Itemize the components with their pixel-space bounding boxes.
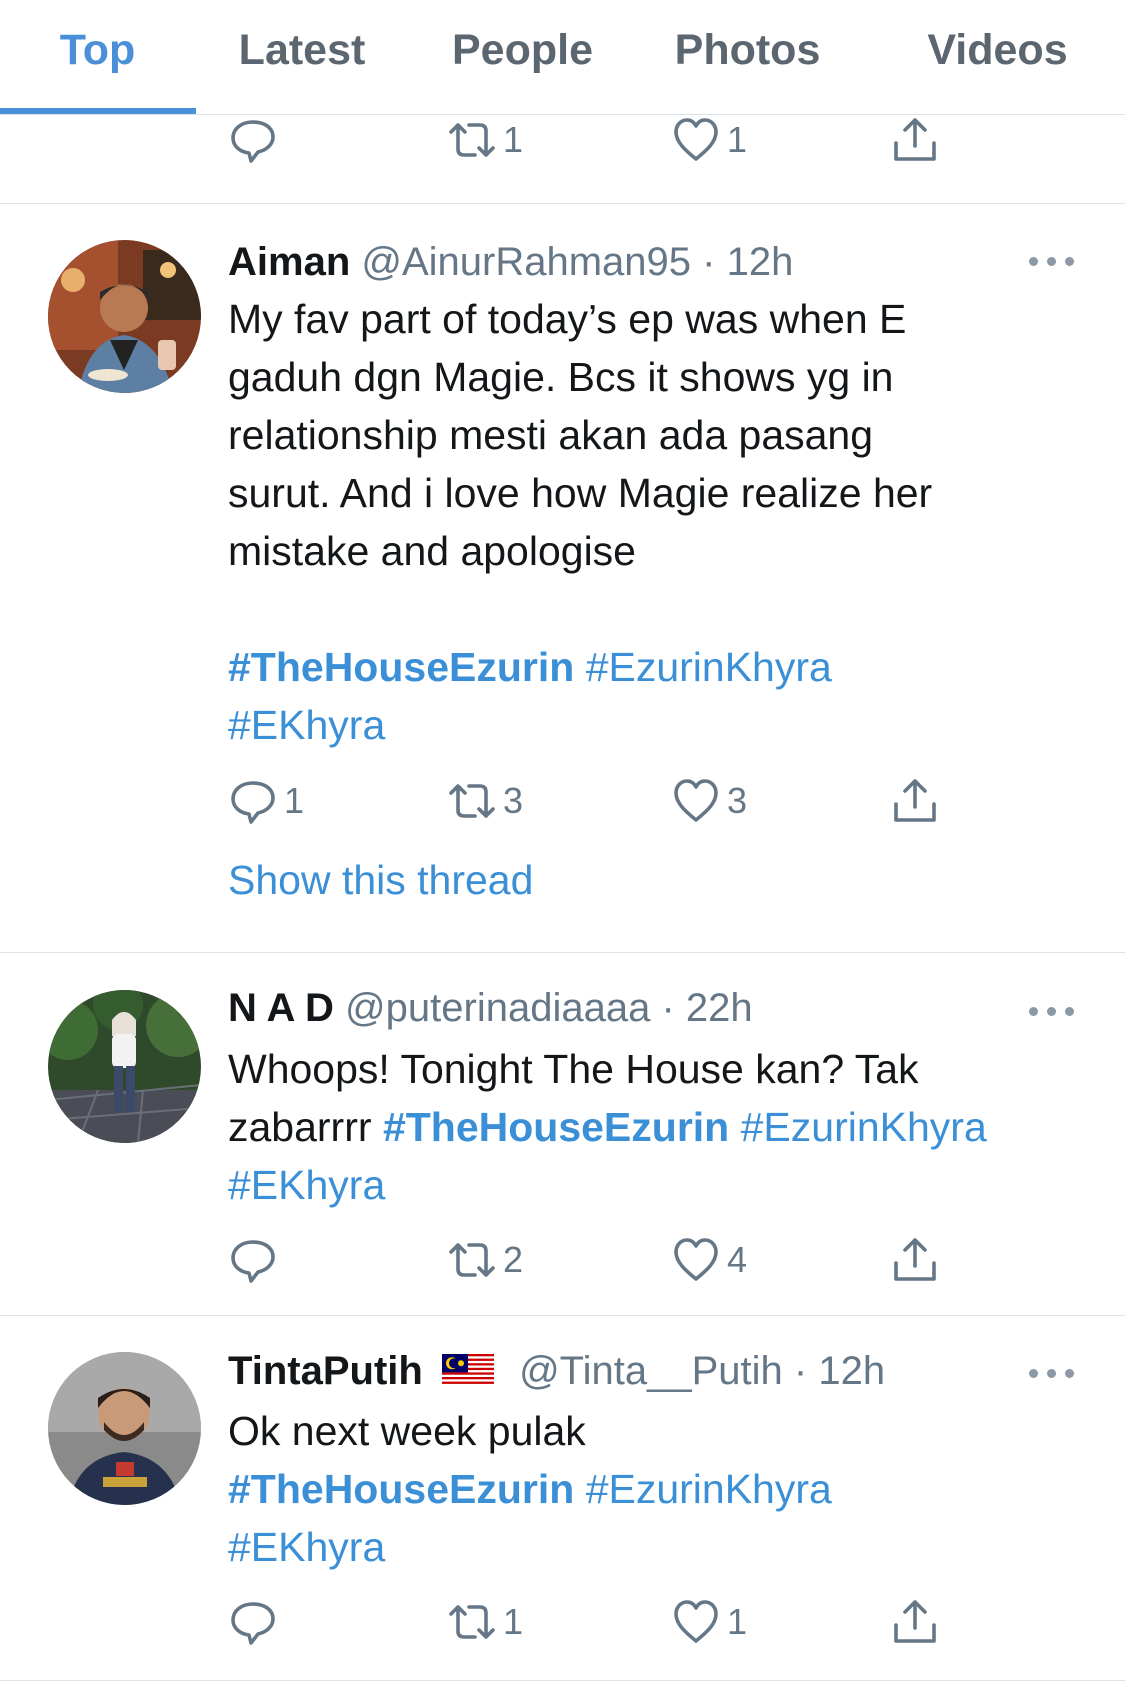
tab-latest[interactable]: Latest (222, 22, 382, 82)
tweet-text-line: surut. And i love how Magie realize her (228, 470, 933, 516)
hashtag-link[interactable]: #EKhyra (228, 702, 385, 748)
tweet-actions: 1 3 3 (0, 771, 1125, 831)
retweet-count: 1 (503, 1601, 524, 1642)
reply-count: 1 (284, 780, 305, 821)
like-count: 4 (727, 1239, 748, 1280)
user-handle[interactable]: @puterinadiaaaa (345, 986, 650, 1030)
heart-icon (671, 115, 721, 165)
retweet-count: 3 (503, 780, 524, 821)
reply-button[interactable] (228, 1230, 284, 1290)
tab-people[interactable]: People (440, 22, 605, 82)
avatar[interactable] (48, 990, 201, 1143)
more-options-icon[interactable] (1027, 1358, 1077, 1388)
tweet-text-line: Whoops! Tonight The House kan? Tak (228, 1046, 919, 1092)
hashtag-link[interactable]: #TheHouseEzurin (228, 1466, 574, 1512)
tab-top[interactable]: Top (45, 22, 150, 82)
tweet-text: Whoops! Tonight The House kan? Tak zabar… (228, 1040, 1088, 1214)
timestamp: · 12h (793, 1349, 886, 1393)
divider (0, 203, 1125, 204)
tweet-actions: 2 4 (0, 1230, 1125, 1290)
like-count: 3 (727, 780, 748, 821)
tweet-text-line: relationship mesti akan ada pasang (228, 412, 874, 458)
timestamp: · 12h (702, 240, 794, 284)
share-icon (890, 1235, 940, 1285)
share-button[interactable] (890, 1592, 940, 1652)
retweet-icon (447, 115, 497, 165)
more-options-icon[interactable] (1027, 246, 1077, 276)
retweet-icon (447, 1597, 497, 1647)
avatar[interactable] (48, 1352, 201, 1505)
timestamp: · 22h (661, 986, 753, 1030)
hashtag-link[interactable]: #EKhyra (228, 1162, 385, 1208)
tweet-hashtags: #TheHouseEzurin #EzurinKhyra #EKhyra (228, 638, 1088, 754)
tweet-header: N A D @puterinadiaaaa · 22h (228, 982, 753, 1034)
hashtag-link[interactable]: #EKhyra (228, 1524, 385, 1570)
search-tabs: Top Latest People Photos Videos (0, 0, 1125, 115)
like-button[interactable]: 3 (671, 771, 747, 831)
like-count: 1 (727, 1601, 748, 1642)
malaysia-flag-icon (441, 1354, 494, 1387)
tweet-text-line: mistake and apologise (228, 528, 636, 574)
like-button[interactable]: 1 (671, 110, 747, 170)
heart-icon (671, 1235, 721, 1285)
tweet-header: TintaPutih @Tinta__Putih · 12h (228, 1345, 885, 1397)
tweet-header: Aiman @AinurRahman95 · 12h (228, 236, 793, 288)
tweet-text-line: My fav part of today’s ep was when E (228, 296, 907, 342)
like-button[interactable]: 1 (671, 1592, 747, 1652)
reply-icon (228, 1235, 278, 1285)
display-name[interactable]: Aiman (228, 240, 350, 284)
tweet-actions: 1 1 (0, 1592, 1125, 1652)
divider (0, 1315, 1125, 1316)
reply-icon (228, 776, 278, 826)
share-icon (890, 776, 940, 826)
retweet-button[interactable]: 1 (447, 110, 523, 170)
retweet-icon (447, 1235, 497, 1285)
reply-icon (228, 1597, 278, 1647)
retweet-button[interactable]: 2 (447, 1230, 523, 1290)
retweet-button[interactable]: 1 (447, 1592, 523, 1652)
user-handle[interactable]: @Tinta__Putih (519, 1349, 783, 1393)
retweet-count: 2 (503, 1239, 524, 1280)
reply-button[interactable] (228, 110, 284, 170)
tweet-text: Ok next week pulak #TheHouseEzurin #Ezur… (228, 1402, 1088, 1576)
hashtag-link[interactable]: #TheHouseEzurin (228, 644, 574, 690)
prev-tweet-actions: 1 1 (0, 110, 1125, 170)
tweet-text-line: zabarrrr (228, 1104, 372, 1150)
more-options-icon[interactable] (1027, 996, 1077, 1026)
share-icon (890, 115, 940, 165)
heart-icon (671, 776, 721, 826)
share-button[interactable] (890, 771, 940, 831)
like-button[interactable]: 4 (671, 1230, 747, 1290)
avatar[interactable] (48, 240, 201, 393)
show-thread-link[interactable]: Show this thread (228, 852, 533, 908)
tweet-text-line: gaduh dgn Magie. Bcs it shows yg in (228, 354, 894, 400)
tweet-text: My fav part of today’s ep was when E gad… (228, 290, 1088, 580)
reply-button[interactable]: 1 (228, 771, 304, 831)
divider (0, 1680, 1125, 1681)
tab-videos[interactable]: Videos (915, 22, 1080, 82)
display-name[interactable]: N A D (228, 986, 334, 1030)
share-button[interactable] (890, 1230, 940, 1290)
retweet-icon (447, 776, 497, 826)
reply-button[interactable] (228, 1592, 284, 1652)
user-handle[interactable]: @AinurRahman95 (361, 240, 691, 284)
hashtag-link[interactable]: #EzurinKhyra (741, 1104, 987, 1150)
share-icon (890, 1597, 940, 1647)
divider (0, 952, 1125, 953)
tweet-text-line: Ok next week pulak (228, 1408, 586, 1454)
retweet-count: 1 (503, 119, 524, 160)
retweet-button[interactable]: 3 (447, 771, 523, 831)
hashtag-link[interactable]: #EzurinKhyra (586, 1466, 832, 1512)
tab-photos[interactable]: Photos (665, 22, 830, 82)
display-name[interactable]: TintaPutih (228, 1349, 423, 1393)
like-count: 1 (727, 119, 748, 160)
reply-icon (228, 115, 278, 165)
hashtag-link[interactable]: #TheHouseEzurin (383, 1104, 729, 1150)
share-button[interactable] (890, 110, 940, 170)
hashtag-link[interactable]: #EzurinKhyra (586, 644, 832, 690)
heart-icon (671, 1597, 721, 1647)
